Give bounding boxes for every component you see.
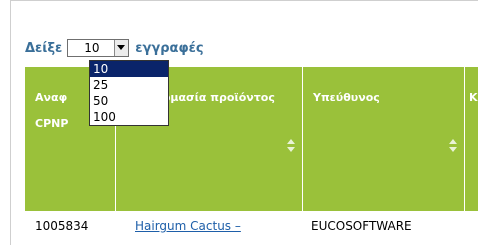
cell-cpnp: 1005834 <box>35 219 89 233</box>
product-link[interactable]: Hairgum Cactus – <box>135 219 241 233</box>
page-length-value: 10 <box>84 41 100 55</box>
header-responsible-label: Υπεύθυνος <box>313 91 380 104</box>
page-length-select[interactable]: 10 <box>67 39 130 57</box>
header-cpnp-line1: Αναφ <box>35 91 68 104</box>
dropdown-arrow-button[interactable] <box>114 40 129 56</box>
table-container: Δείξε 10 εγγραφές Αναφ CPNP Ονομασία προ… <box>10 0 478 245</box>
option-50[interactable]: 50 <box>90 93 168 109</box>
length-menu: Δείξε 10 εγγραφές <box>25 37 204 59</box>
header-category[interactable]: Κα <box>464 67 478 211</box>
length-prefix: Δείξε <box>25 40 63 56</box>
header-responsible[interactable]: Υπεύθυνος <box>302 67 465 211</box>
length-suffix: εγγραφές <box>135 40 204 56</box>
page-length-dropdown: 10 25 50 100 <box>89 60 169 126</box>
option-25[interactable]: 25 <box>90 77 168 93</box>
option-10[interactable]: 10 <box>90 61 168 77</box>
sort-icon <box>449 139 457 153</box>
header-cpnp-line2: CPNP <box>35 117 69 130</box>
header-category-label: Κα <box>469 91 478 104</box>
chevron-down-icon <box>117 45 126 50</box>
table-row: 1005834 Hairgum Cactus – EUCOSOFTWARE Άλ <box>25 215 478 245</box>
sort-icon <box>287 139 295 153</box>
cell-responsible: EUCOSOFTWARE <box>311 219 412 233</box>
option-100[interactable]: 100 <box>90 109 168 125</box>
